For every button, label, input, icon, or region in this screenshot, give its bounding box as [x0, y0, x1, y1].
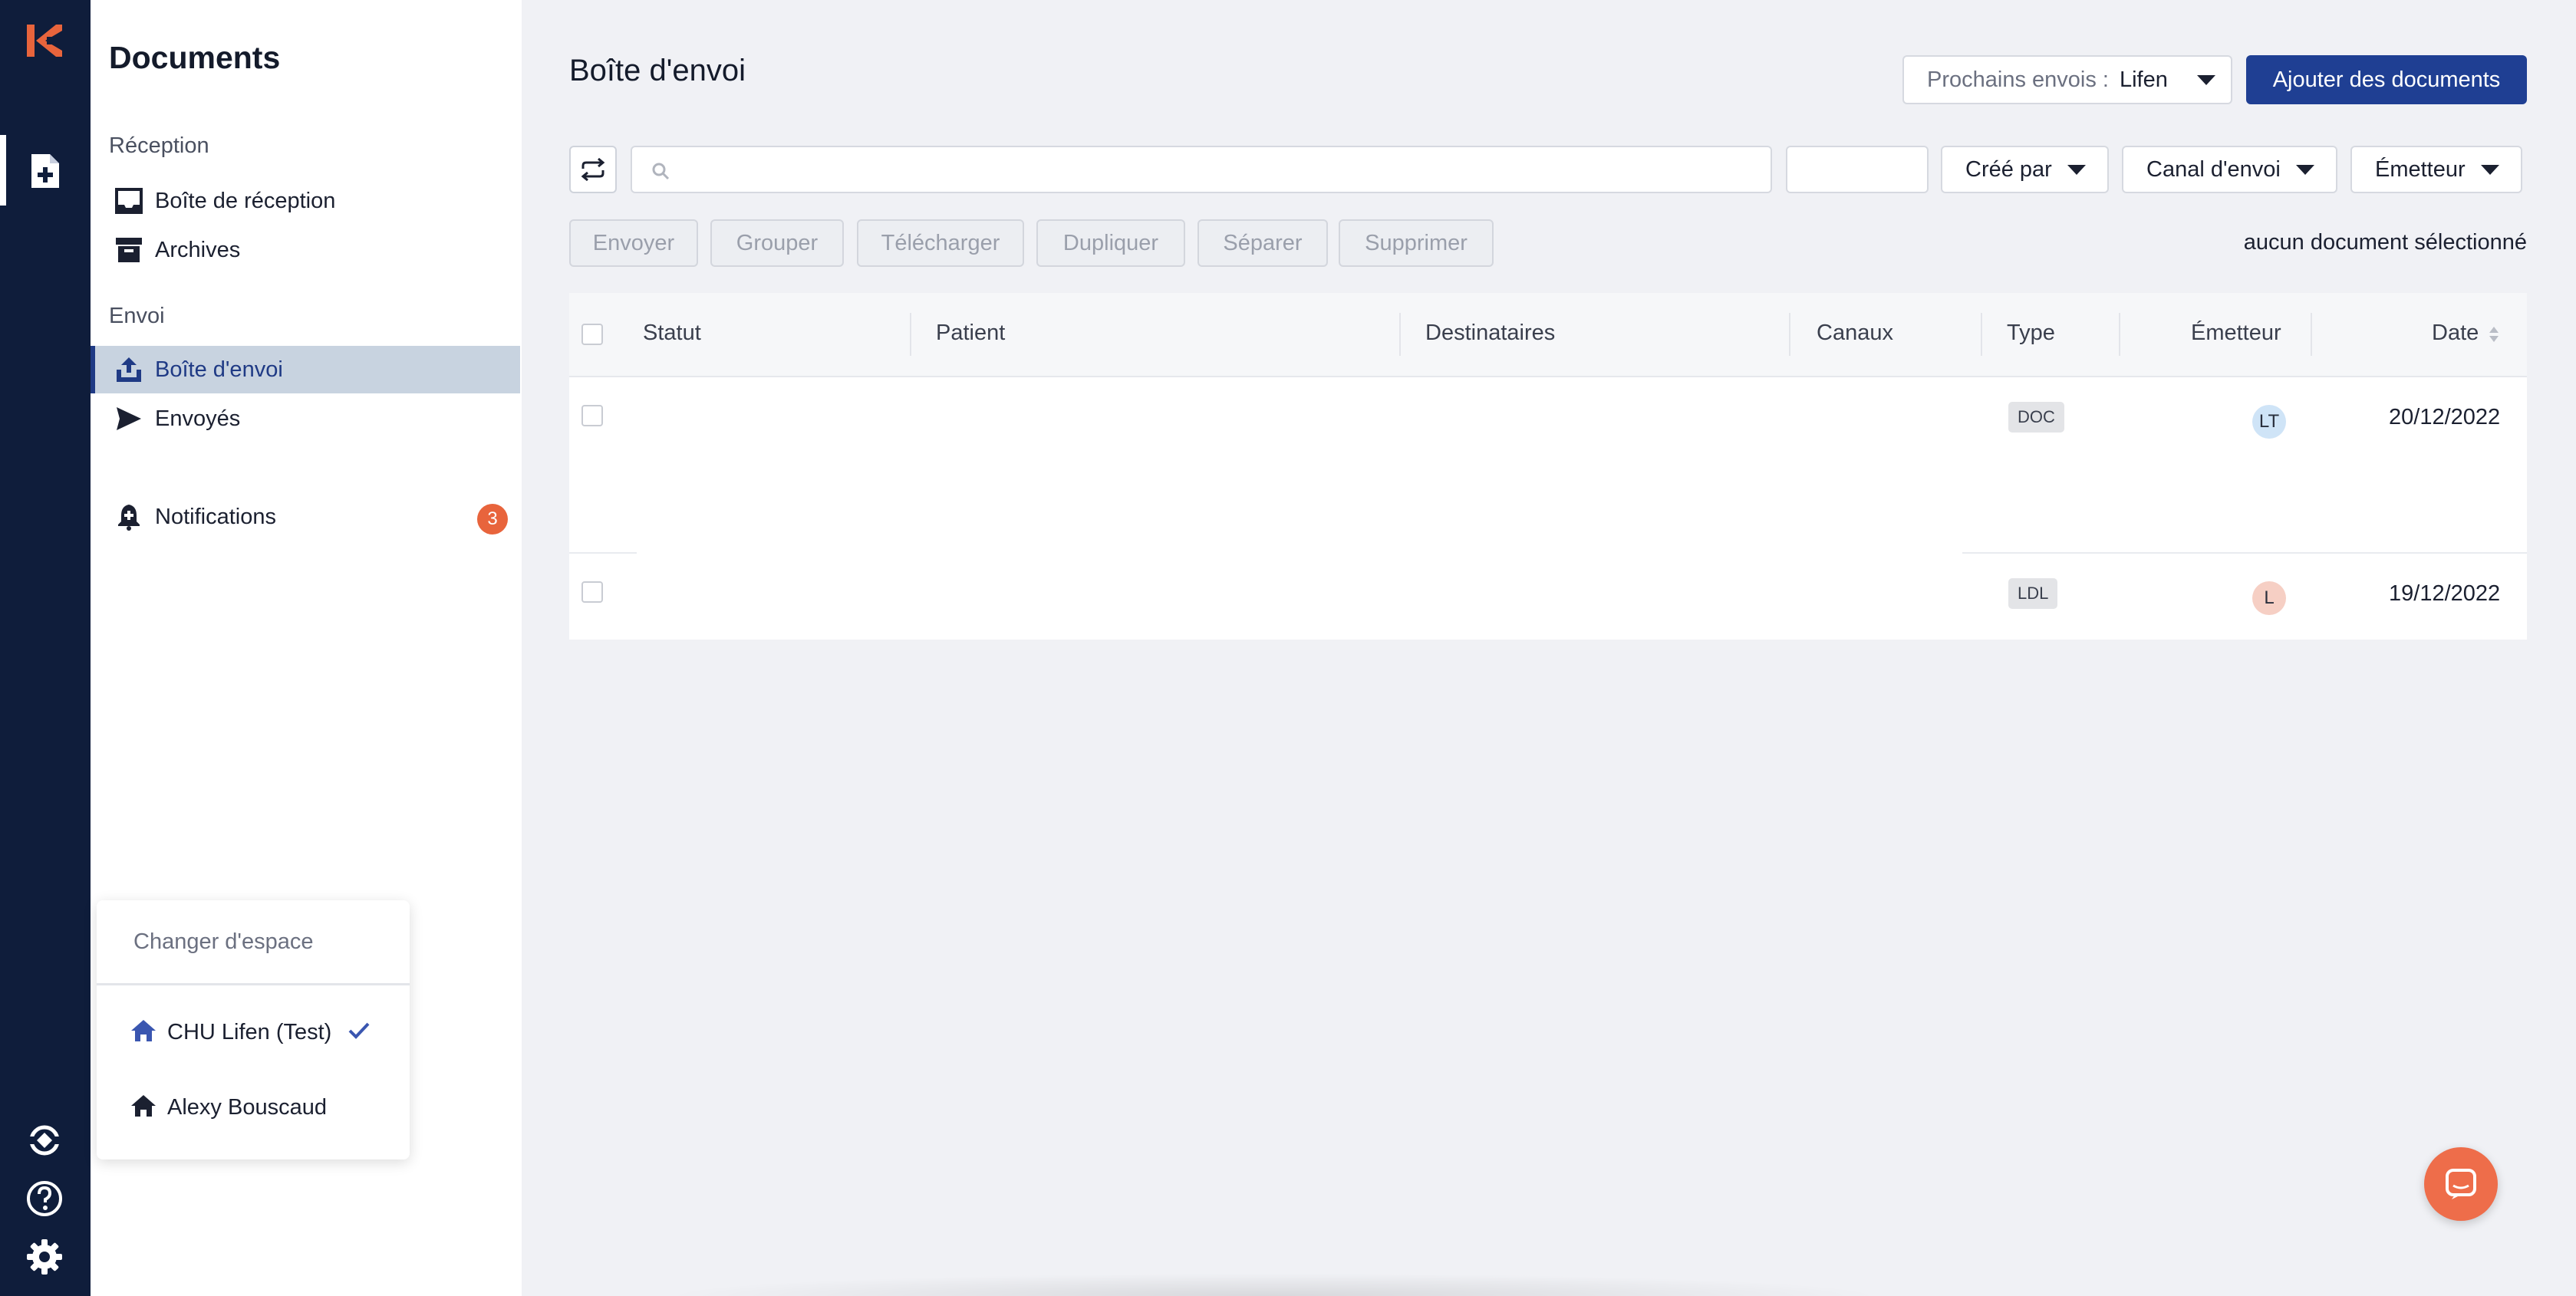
column-header-patient[interactable]: Patient	[936, 321, 1005, 346]
add-document-icon	[31, 154, 59, 188]
chat-bubble-icon	[2446, 1169, 2476, 1199]
column-divider	[2119, 313, 2120, 356]
avatar: L	[2252, 581, 2286, 615]
column-header-type[interactable]: Type	[2007, 321, 2055, 346]
row-divider	[1962, 552, 2527, 554]
column-divider	[2311, 313, 2312, 356]
group-button[interactable]: Grouper	[710, 219, 844, 267]
sidebar-item-label: Boîte d'envoi	[155, 357, 283, 382]
column-divider	[1399, 313, 1401, 356]
scroll-shadow	[660, 1273, 1887, 1296]
sidebar-item-label: Boîte de réception	[155, 188, 336, 213]
documents-table: Statut Patient Destinataires Canaux Type…	[569, 293, 2527, 640]
refresh-button[interactable]	[569, 146, 617, 193]
chat-support-button[interactable]	[2424, 1147, 2498, 1221]
column-header-channels[interactable]: Canaux	[1817, 321, 1893, 346]
column-header-recipients[interactable]: Destinataires	[1425, 321, 1555, 346]
space-item-alexy-bouscaud[interactable]: Alexy Bouscaud	[130, 1090, 327, 1124]
home-icon	[130, 1094, 156, 1122]
channel-filter[interactable]: Canal d'envoi	[2122, 146, 2337, 193]
created-by-filter[interactable]: Créé par	[1941, 146, 2109, 193]
column-divider	[1981, 313, 1982, 356]
row-divider	[569, 552, 637, 554]
sidebar-title: Documents	[109, 40, 281, 75]
divider	[97, 983, 410, 985]
type-badge: LDL	[2008, 578, 2058, 609]
main-content: Boîte d'envoi Prochains envois : Lifen A…	[522, 0, 2576, 1296]
row-checkbox[interactable]	[581, 581, 603, 603]
chevron-down-icon	[2295, 164, 2314, 175]
settings-gear-icon[interactable]	[24, 1236, 65, 1278]
delete-button[interactable]: Supprimer	[1339, 219, 1494, 267]
sidebar-item-archives[interactable]: Archives	[91, 226, 520, 274]
send-plane-icon	[114, 403, 144, 434]
page-title: Boîte d'envoi	[569, 54, 746, 87]
next-sends-value: Lifen	[2119, 67, 2168, 92]
type-badge: DOC	[2008, 402, 2064, 433]
lifen-logo-icon[interactable]	[25, 21, 64, 60]
download-button[interactable]: Télécharger	[857, 219, 1024, 267]
date-cell: 19/12/2022	[2389, 581, 2501, 606]
add-documents-button[interactable]: Ajouter des documents	[2246, 55, 2527, 104]
app-rail	[0, 0, 91, 1296]
section-label-envoi: Envoi	[109, 304, 165, 328]
sidebar-item-sent[interactable]: Envoyés	[91, 395, 520, 442]
space-switcher-menu: Changer d'espace CHU Lifen (Test) Alexy …	[97, 900, 410, 1159]
column-header-sender[interactable]: Émetteur	[2191, 321, 2281, 346]
inbox-tray-icon	[114, 186, 144, 216]
space-item-chu-lifen[interactable]: CHU Lifen (Test)	[130, 1015, 370, 1049]
space-menu-header: Changer d'espace	[133, 929, 314, 954]
sidebar-item-notifications[interactable]: Notifications 3	[91, 493, 520, 541]
select-all-checkbox[interactable]	[581, 324, 603, 345]
filter-label: Émetteur	[2375, 156, 2466, 182]
search-input[interactable]	[678, 152, 1755, 189]
date-filter-field[interactable]	[1786, 146, 1929, 193]
archive-box-icon	[114, 235, 144, 265]
split-button[interactable]: Séparer	[1197, 219, 1328, 267]
outbox-upload-icon	[114, 354, 144, 385]
search-box[interactable]	[631, 146, 1772, 193]
help-icon[interactable]	[24, 1178, 65, 1219]
sidebar-item-label: Envoyés	[155, 406, 241, 431]
sidebar-item-label: Archives	[155, 237, 241, 262]
selection-status: aucun document sélectionné	[2243, 230, 2527, 255]
space-item-label: CHU Lifen (Test)	[167, 1019, 332, 1044]
notification-count-badge: 3	[477, 504, 508, 535]
sender-filter[interactable]: Émetteur	[2350, 146, 2522, 193]
refresh-arrows-icon	[581, 158, 605, 181]
bell-icon	[114, 502, 144, 532]
send-button[interactable]: Envoyer	[569, 219, 698, 267]
sidebar-item-inbox[interactable]: Boîte de réception	[91, 177, 520, 225]
next-sends-select[interactable]: Prochains envois : Lifen	[1902, 55, 2232, 104]
space-item-label: Alexy Bouscaud	[167, 1094, 327, 1120]
checkmark-icon	[348, 1021, 370, 1044]
column-header-status[interactable]: Statut	[643, 321, 701, 346]
table-header: Statut Patient Destinataires Canaux Type…	[569, 293, 2527, 377]
documents-nav-button[interactable]	[0, 135, 91, 206]
date-cell: 20/12/2022	[2389, 405, 2501, 429]
chevron-down-icon	[2196, 74, 2215, 85]
chevron-down-icon	[2480, 164, 2499, 175]
next-sends-label: Prochains envois :	[1927, 67, 2109, 92]
search-icon	[652, 163, 670, 180]
duplicate-button[interactable]: Dupliquer	[1036, 219, 1185, 267]
chevron-down-icon	[2067, 164, 2086, 175]
section-label-reception: Réception	[109, 133, 209, 158]
sidebar-item-outbox[interactable]: Boîte d'envoi	[91, 346, 520, 393]
column-header-date[interactable]: Date	[2432, 321, 2479, 346]
filter-label: Canal d'envoi	[2146, 156, 2281, 182]
sort-icon[interactable]	[2487, 324, 2501, 349]
column-divider	[1789, 313, 1790, 356]
row-checkbox[interactable]	[581, 405, 603, 426]
column-divider	[910, 313, 911, 356]
avatar: LT	[2252, 405, 2286, 439]
sync-icon[interactable]	[24, 1120, 65, 1161]
filter-label: Créé par	[1965, 156, 2052, 182]
home-icon	[130, 1018, 156, 1047]
sidebar-item-label: Notifications	[155, 504, 276, 529]
